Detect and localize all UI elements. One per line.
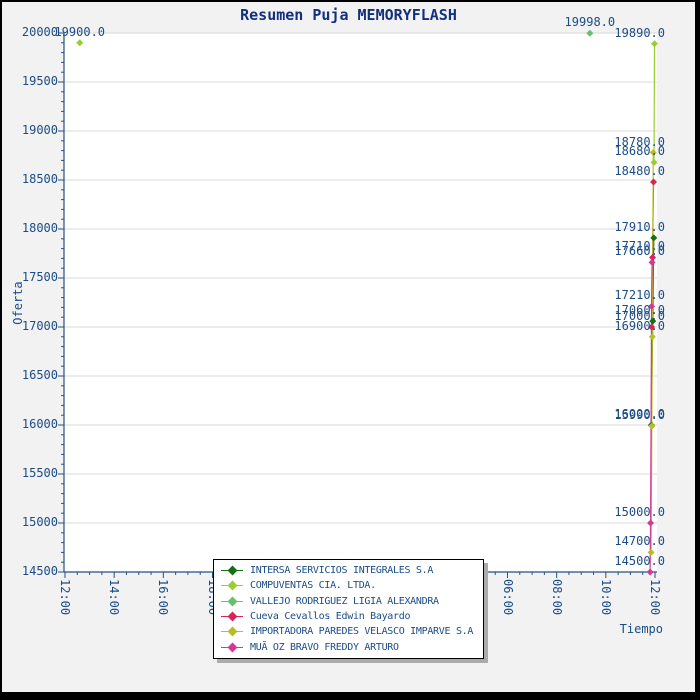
value-label: 19900.0: [51, 26, 109, 38]
legend-label: MUÃ OZ BRAVO FREDDY ARTURO: [250, 642, 399, 653]
x-tick-label: 16:00: [157, 579, 169, 615]
legend-item: MUÃ OZ BRAVO FREDDY ARTURO: [221, 640, 476, 655]
legend-box: INTERSA SERVICIOS INTEGRALES S.A COMPUVEN…: [213, 559, 484, 659]
x-axis-title: Tiempo: [617, 622, 663, 636]
value-label: 19890.0: [607, 27, 665, 39]
legend-series-marker-icon: [221, 643, 243, 652]
value-label: 16900.0: [607, 320, 665, 332]
y-tick-label: 19500: [12, 75, 58, 87]
value-label: 14700.0: [607, 535, 665, 547]
y-tick-label: 18500: [12, 173, 58, 185]
legend-series-marker-icon: [221, 627, 243, 636]
legend-item: Cueva Cevallos Edwin Bayardo: [221, 609, 476, 624]
legend-label: IMPORTADORA PAREDES VELASCO IMPARVE S.A: [250, 626, 473, 637]
legend-series-marker-icon: [221, 581, 243, 590]
legend-series-marker-icon: [221, 566, 243, 575]
legend-series-marker-icon: [221, 597, 243, 606]
value-label: 15000.0: [607, 506, 665, 518]
y-tick-label: 18000: [12, 222, 58, 234]
value-label: 15990.0: [607, 409, 665, 421]
value-label: 18780.0: [607, 136, 665, 148]
legend-label: INTERSA SERVICIOS INTEGRALES S.A: [250, 565, 433, 576]
value-label: 17660.0: [607, 245, 665, 257]
legend-series-marker-icon: [221, 612, 243, 621]
value-label: 17910.0: [607, 221, 665, 233]
value-label: 17210.0: [607, 289, 665, 301]
y-tick-label: 15000: [12, 516, 58, 528]
legend-item: COMPUVENTAS CIA. LTDA.: [221, 578, 476, 593]
legend-label: COMPUVENTAS CIA. LTDA.: [250, 580, 376, 591]
y-axis-title: Oferta: [11, 273, 25, 333]
y-tick-label: 19000: [12, 124, 58, 136]
x-tick-label: 06:00: [502, 579, 514, 615]
x-tick-label: 14:00: [108, 579, 120, 615]
legend-item: IMPORTADORA PAREDES VELASCO IMPARVE S.A: [221, 624, 476, 639]
value-label: 19998.0: [561, 16, 619, 28]
y-tick-label: 14500: [12, 565, 58, 577]
y-tick-label: 16000: [12, 418, 58, 430]
legend-item: VALLEJO RODRIGUEZ LIGIA ALEXANDRA: [221, 594, 476, 609]
value-label: 18480.0: [607, 165, 665, 177]
y-tick-label: 16500: [12, 369, 58, 381]
legend-label: VALLEJO RODRIGUEZ LIGIA ALEXANDRA: [250, 596, 439, 607]
x-tick-label: 08:00: [551, 579, 563, 615]
legend-item: INTERSA SERVICIOS INTEGRALES S.A: [221, 563, 476, 578]
x-tick-label: 10:00: [600, 579, 612, 615]
x-tick-label: 12:00: [59, 579, 71, 615]
chart-window: Resumen Puja MEMORYFLASH 145001500015500…: [0, 0, 700, 700]
y-tick-label: 15500: [12, 467, 58, 479]
x-tick-label: 12:00: [649, 579, 661, 615]
plot-area: [64, 33, 657, 572]
value-label: 14500.0: [607, 555, 665, 567]
legend-label: Cueva Cevallos Edwin Bayardo: [250, 611, 410, 622]
